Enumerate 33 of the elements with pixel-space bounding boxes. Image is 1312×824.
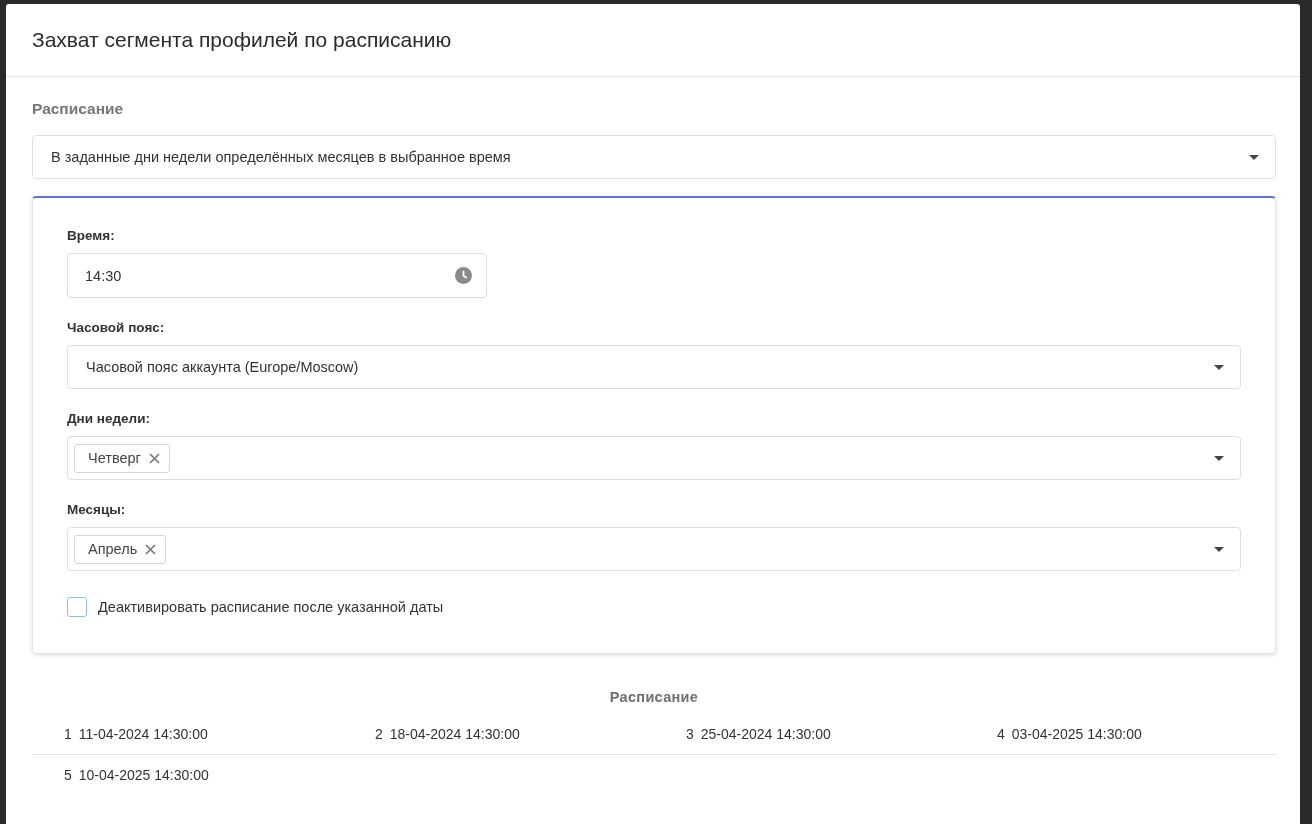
multiselect-field[interactable]: Апрель <box>67 527 1241 571</box>
schedule-datetime: 10-04-2025 14:30:00 <box>78 767 209 783</box>
dropdown-select[interactable]: В заданные дни недели определённых месяцев в выбранное время <box>32 135 1276 179</box>
item-number: 5 <box>64 767 72 783</box>
time-field[interactable]: 14:30 <box>67 253 487 298</box>
item-number: 4 <box>997 726 1005 742</box>
close-icon[interactable] <box>148 452 160 464</box>
field-label: Расписание <box>32 100 124 118</box>
item-number: 3 <box>686 726 694 742</box>
field-label: Месяцы: <box>67 502 126 517</box>
caret-icon <box>1214 455 1224 461</box>
schedule-datetime: 25-04-2024 14:30:00 <box>700 726 831 742</box>
field-label: Дни недели: <box>67 411 150 426</box>
dropdown-select[interactable]: Часовой пояс аккаунта (Europe/Moscow) <box>67 345 1241 389</box>
field-label: Время: <box>67 228 115 243</box>
schedule-datetime: 18-04-2024 14:30:00 <box>389 726 520 742</box>
caret-icon <box>1249 154 1259 160</box>
item-number: 1 <box>64 726 72 742</box>
close-icon[interactable] <box>145 543 157 555</box>
schedule-datetime: 11-04-2024 14:30:00 <box>78 726 208 742</box>
dialog-title: Захват сегмента профилей по расписанию <box>32 28 452 52</box>
field-label: Часовой пояс: <box>67 320 165 335</box>
caret-icon <box>1214 546 1224 552</box>
checkbox-label: Деактивировать расписание после указанной даты <box>98 599 444 615</box>
clock-icon[interactable] <box>455 267 472 284</box>
schedule-datetime: 03-04-2025 14:30:00 <box>1011 726 1142 742</box>
tag-label: Четверг <box>88 450 141 466</box>
multiselect-field[interactable]: Четверг <box>67 436 1241 480</box>
section-title: Расписание <box>609 689 699 705</box>
tag-label: Апрель <box>88 541 138 557</box>
caret-icon <box>1214 364 1224 370</box>
checkbox[interactable] <box>67 597 87 617</box>
item-number: 2 <box>375 726 383 742</box>
